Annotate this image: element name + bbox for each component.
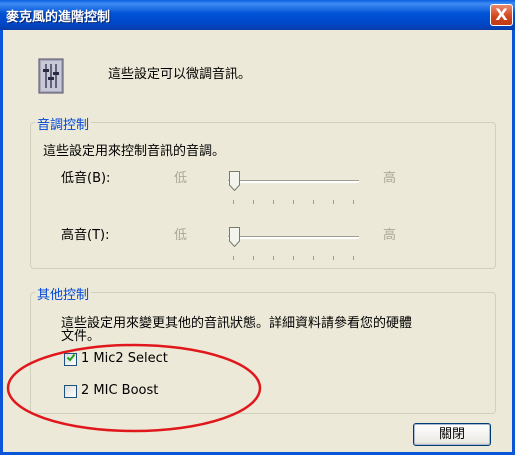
settings-icon xyxy=(38,58,64,94)
bass-slider-thumb[interactable] xyxy=(229,171,240,191)
header-description: 這些設定可以微調音訊。 xyxy=(108,67,252,82)
close-button[interactable]: 關閉 xyxy=(413,423,491,446)
tone-group-description: 這些設定用來控制音訊的音調。 xyxy=(43,144,226,159)
bass-label: 低音(B): xyxy=(61,171,111,186)
treble-low-label: 低 xyxy=(174,228,188,243)
bass-low-label: 低 xyxy=(174,171,188,186)
window-frame-left xyxy=(0,30,3,455)
bass-high-label: 高 xyxy=(383,171,397,186)
other-group-title: 其他控制 xyxy=(35,284,92,303)
close-icon[interactable]: X xyxy=(490,4,513,26)
window-title: 麥克風的進階控制 xyxy=(6,10,111,25)
dialog-window: 麥克風的進階控制 X 這些設定可以微調音訊。 音調控制 這些設定用來控制音訊的音… xyxy=(0,0,515,455)
treble-slider-ticks xyxy=(233,256,358,260)
treble-slider-track[interactable] xyxy=(228,236,359,239)
tone-group-title: 音調控制 xyxy=(35,114,92,133)
bass-slider-track[interactable] xyxy=(228,180,359,183)
other-group-description-line1: 這些設定用來變更其他的音訊狀態。詳細資料請參看您的硬體 xyxy=(61,316,413,331)
bass-slider-ticks xyxy=(233,200,358,204)
treble-slider-thumb[interactable] xyxy=(229,227,240,247)
annotation-ellipse xyxy=(6,343,262,433)
treble-label: 高音(T): xyxy=(61,228,110,243)
treble-high-label: 高 xyxy=(383,228,397,243)
title-bar[interactable]: 麥克風的進階控制 X xyxy=(0,0,515,30)
